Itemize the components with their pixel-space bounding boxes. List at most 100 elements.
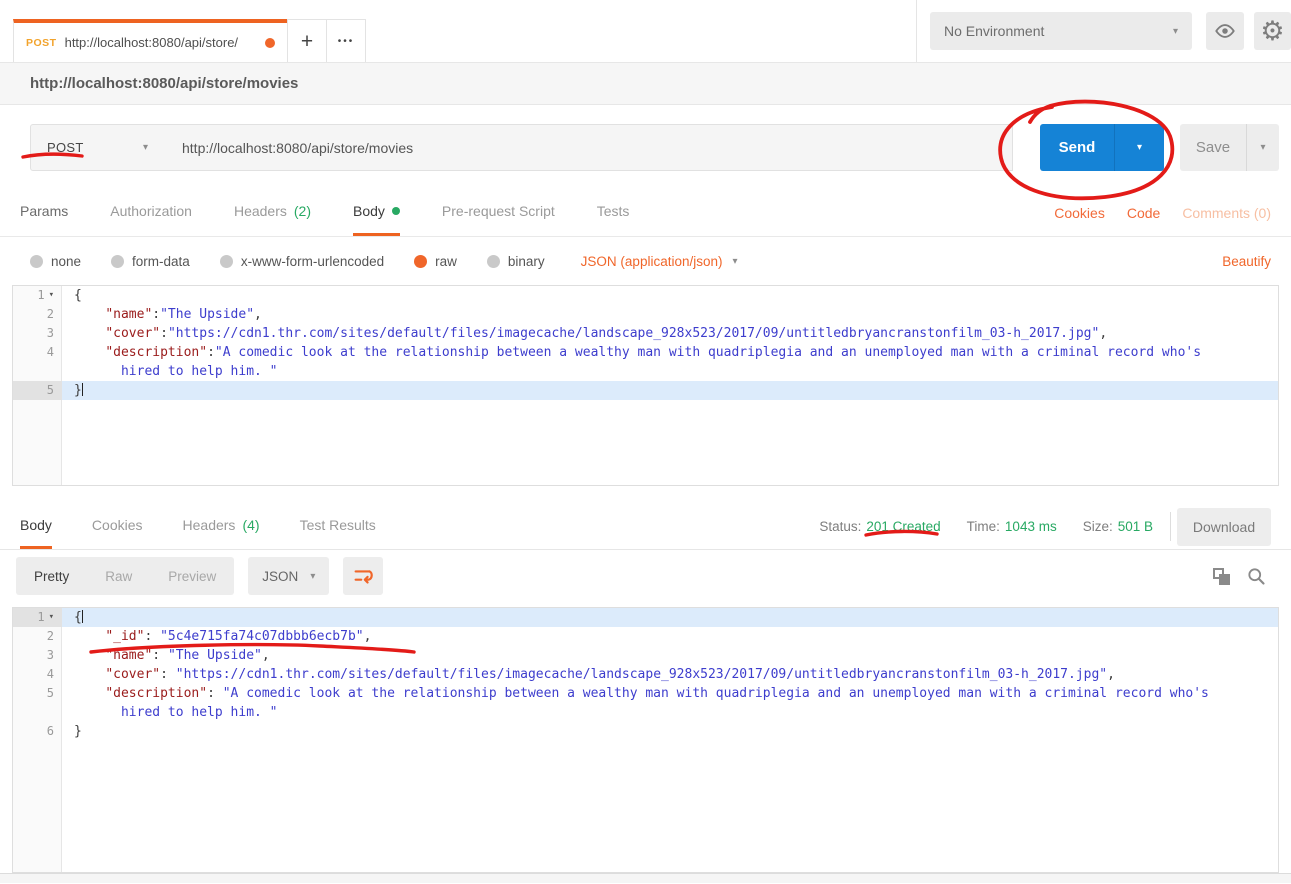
- postman-window: POST http://localhost:8080/api/store/ + …: [0, 0, 1291, 884]
- response-tab-cookies[interactable]: Cookies: [92, 504, 143, 549]
- line-number: 3: [13, 646, 62, 665]
- environment-label: No Environment: [944, 23, 1044, 39]
- code-line[interactable]: 5 "description": "A comedic look at the …: [13, 684, 1278, 703]
- url-input[interactable]: [164, 124, 1013, 171]
- method-selector[interactable]: POST ▾: [30, 124, 165, 171]
- ellipsis-icon: •••: [338, 36, 355, 47]
- request-body-editor[interactable]: 1▾{2 "name":"The Upside",3 "cover":"http…: [12, 285, 1279, 486]
- eye-icon: [1214, 20, 1236, 42]
- tab-headers-label: Headers: [234, 203, 287, 219]
- response-headers-count-badge: (4): [242, 517, 259, 533]
- view-mode-switch: Pretty Raw Preview: [16, 557, 234, 595]
- response-body-editor[interactable]: 1▾{2 "_id": "5c4e715fa74c07dbbb6ecb7b",3…: [12, 607, 1279, 873]
- view-raw[interactable]: Raw: [87, 569, 150, 584]
- tab-menu-button[interactable]: •••: [326, 19, 366, 62]
- save-options-arrow[interactable]: ▾: [1246, 124, 1279, 171]
- line-number: 4: [13, 665, 62, 684]
- send-options-arrow[interactable]: ▾: [1114, 124, 1164, 171]
- tab-params[interactable]: Params: [20, 189, 68, 236]
- bottom-strip: [0, 873, 1291, 883]
- code-line[interactable]: 4 "description":"A comedic look at the r…: [13, 343, 1278, 362]
- radio-binary-label: binary: [508, 254, 545, 269]
- code-line[interactable]: 5}: [13, 381, 1278, 400]
- save-button[interactable]: Save ▾: [1180, 124, 1279, 171]
- request-tabs: Params Authorization Headers (2) Body Pr…: [0, 189, 1291, 237]
- tab-pre-request-script[interactable]: Pre-request Script: [442, 189, 555, 236]
- search-icon[interactable]: [1246, 566, 1266, 586]
- radio-none[interactable]: none: [30, 254, 81, 269]
- code-line[interactable]: hired to help him. ": [13, 703, 1278, 722]
- code-line[interactable]: 6}: [13, 722, 1278, 741]
- code-link[interactable]: Code: [1127, 205, 1160, 221]
- send-label[interactable]: Send: [1040, 124, 1114, 171]
- environment-selector[interactable]: No Environment ▾: [930, 12, 1192, 50]
- radio-urlencoded-label: x-www-form-urlencoded: [241, 254, 384, 269]
- chevron-down-icon: ▾: [1260, 142, 1265, 153]
- line-number: [13, 362, 62, 381]
- plus-icon: +: [301, 31, 313, 52]
- radio-none-label: none: [51, 254, 81, 269]
- download-button[interactable]: Download: [1177, 508, 1271, 546]
- line-number: 3: [13, 324, 62, 343]
- save-label[interactable]: Save: [1180, 124, 1246, 171]
- tab-tests-label: Tests: [597, 203, 630, 219]
- view-preview[interactable]: Preview: [150, 569, 234, 584]
- text-caret: [82, 383, 83, 396]
- code-line[interactable]: 2 "name":"The Upside",: [13, 305, 1278, 324]
- send-button[interactable]: Send ▾: [1040, 124, 1164, 171]
- view-pretty[interactable]: Pretty: [16, 569, 87, 584]
- line-number: 5: [13, 684, 62, 703]
- code-line[interactable]: 3 "cover":"https://cdn1.thr.com/sites/de…: [13, 324, 1278, 343]
- radio-raw-label: raw: [435, 254, 457, 269]
- fold-arrow-icon[interactable]: ▾: [49, 286, 54, 305]
- radio-form-data[interactable]: form-data: [111, 254, 190, 269]
- tab-body[interactable]: Body: [353, 189, 400, 236]
- tab-prescript-label: Pre-request Script: [442, 203, 555, 219]
- code-line[interactable]: 3 "name": "The Upside",: [13, 646, 1278, 665]
- radio-urlencoded[interactable]: x-www-form-urlencoded: [220, 254, 384, 269]
- radio-binary[interactable]: binary: [487, 254, 545, 269]
- code-line[interactable]: 4 "cover": "https://cdn1.thr.com/sites/d…: [13, 665, 1278, 684]
- beautify-link[interactable]: Beautify: [1222, 254, 1271, 269]
- tab-headers[interactable]: Headers (2): [234, 189, 311, 236]
- chevron-down-icon: ▾: [143, 142, 148, 153]
- tab-params-label: Params: [20, 203, 68, 219]
- response-tab-test-results[interactable]: Test Results: [300, 504, 376, 549]
- tab-tests[interactable]: Tests: [597, 189, 630, 236]
- settings-button[interactable]: ⚙: [1254, 12, 1291, 50]
- response-language-selector[interactable]: JSON ▾: [248, 557, 329, 595]
- radio-icon: [30, 255, 43, 268]
- response-meta: Status: 201 Created Time: 1043 ms Size: …: [819, 504, 1153, 549]
- fold-arrow-icon[interactable]: ▾: [49, 608, 54, 627]
- tab-method-label: POST: [26, 37, 57, 49]
- line-number: 1▾: [13, 608, 62, 627]
- tab-authorization[interactable]: Authorization: [110, 189, 192, 236]
- content-type-selector[interactable]: JSON (application/json) ▾: [581, 254, 738, 269]
- response-language-label: JSON: [262, 569, 298, 584]
- copy-icon[interactable]: [1213, 568, 1230, 585]
- request-tab[interactable]: POST http://localhost:8080/api/store/: [13, 19, 288, 62]
- response-tab-tests-label: Test Results: [300, 517, 376, 533]
- cookies-link[interactable]: Cookies: [1054, 205, 1105, 221]
- radio-form-data-label: form-data: [132, 254, 190, 269]
- code-line[interactable]: 1▾{: [13, 608, 1278, 627]
- headers-count-badge: (2): [294, 203, 311, 219]
- radio-raw[interactable]: raw: [414, 254, 457, 269]
- code-line[interactable]: 1▾{: [13, 286, 1278, 305]
- environment-quicklook-button[interactable]: [1206, 12, 1244, 50]
- gear-icon: ⚙: [1260, 18, 1284, 45]
- response-tab-body[interactable]: Body: [20, 504, 52, 549]
- new-tab-button[interactable]: +: [287, 19, 327, 62]
- comments-link[interactable]: Comments (0): [1182, 205, 1271, 221]
- chevron-down-icon: ▾: [1173, 26, 1178, 37]
- line-number: 5: [13, 381, 62, 400]
- code-line[interactable]: 2 "_id": "5c4e715fa74c07dbbb6ecb7b",: [13, 627, 1278, 646]
- tab-strip: POST http://localhost:8080/api/store/ + …: [13, 19, 366, 62]
- wrap-text-icon: [352, 565, 374, 587]
- download-label: Download: [1193, 519, 1255, 535]
- wrap-text-button[interactable]: [343, 557, 383, 595]
- code-line[interactable]: hired to help him. ": [13, 362, 1278, 381]
- response-toolbar: Pretty Raw Preview JSON ▾: [0, 550, 1291, 602]
- response-tab-headers[interactable]: Headers (4): [183, 504, 260, 549]
- meta-divider: [1170, 512, 1171, 541]
